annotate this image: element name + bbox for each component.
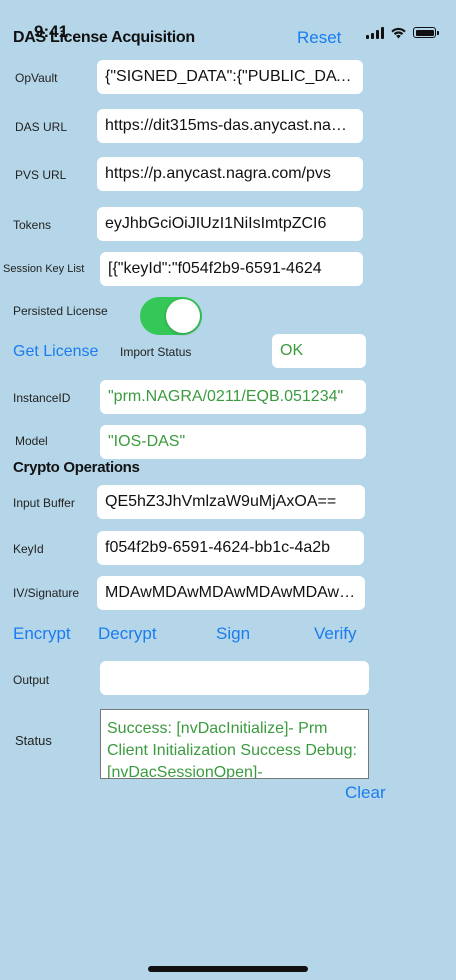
wifi-icon xyxy=(391,27,406,39)
toggle-knob xyxy=(166,299,200,333)
encrypt-button[interactable]: Encrypt xyxy=(13,624,71,644)
import-status-label: Import Status xyxy=(120,345,192,359)
sign-button[interactable]: Sign xyxy=(216,624,250,644)
get-license-button[interactable]: Get License xyxy=(13,343,98,361)
instance-id-label: InstanceID xyxy=(13,391,71,405)
cellular-signal-icon xyxy=(366,26,384,39)
output-field[interactable] xyxy=(100,661,369,695)
output-label: Output xyxy=(13,673,50,687)
model-field[interactable]: "IOS-DAS" xyxy=(100,425,366,459)
reset-button[interactable]: Reset xyxy=(297,28,341,48)
iv-signature-label: IV/Signature xyxy=(13,586,80,600)
status-text-box[interactable]: Success: [nvDacInitialize]- Prm Client I… xyxy=(100,709,369,779)
das-url-field[interactable]: https://dit315ms-das.anycast.nagra.com xyxy=(97,109,363,143)
home-indicator xyxy=(148,966,308,972)
input-buffer-label: Input Buffer xyxy=(13,496,75,510)
page-title: DAS License Acquisition xyxy=(13,29,195,46)
opvault-field[interactable]: {"SIGNED_DATA":{"PUBLIC_DATA" xyxy=(97,60,363,94)
verify-button[interactable]: Verify xyxy=(314,624,357,644)
key-id-field[interactable]: f054f2b9-6591-4624-bb1c-4a2b xyxy=(97,531,364,565)
battery-icon xyxy=(413,27,439,38)
crypto-operations-title: Crypto Operations xyxy=(13,459,140,476)
clear-button[interactable]: Clear xyxy=(345,783,386,803)
decrypt-button[interactable]: Decrypt xyxy=(98,624,157,644)
tokens-field[interactable]: eyJhbGciOiJIUzI1NiIsImtpZCI6 xyxy=(97,207,363,241)
import-status-field[interactable]: OK xyxy=(272,334,366,368)
tokens-label: Tokens xyxy=(13,218,52,232)
instance-id-field[interactable]: "prm.NAGRA/0211/EQB.051234" xyxy=(100,380,366,414)
input-buffer-field[interactable]: QE5hZ3JhVmlzaW9uMjAxOA== xyxy=(97,485,365,519)
status-icons xyxy=(366,26,439,39)
status-label: Status xyxy=(15,733,52,748)
persisted-license-toggle[interactable] xyxy=(140,297,202,335)
persisted-license-label: Persisted License xyxy=(13,304,108,318)
opvault-label: OpVault xyxy=(15,71,58,85)
key-id-label: KeyId xyxy=(13,542,44,556)
pvs-url-field[interactable]: https://p.anycast.nagra.com/pvs xyxy=(97,157,363,191)
model-label: Model xyxy=(15,434,48,448)
session-key-list-label: Session Key List xyxy=(3,263,85,275)
pvs-url-label: PVS URL xyxy=(15,168,67,182)
iv-signature-field[interactable]: MDAwMDAwMDAwMDAwMDAwMDAw xyxy=(97,576,365,610)
session-key-list-field[interactable]: [{"keyId":"f054f2b9-6591-4624 xyxy=(100,252,363,286)
das-url-label: DAS URL xyxy=(15,120,68,134)
